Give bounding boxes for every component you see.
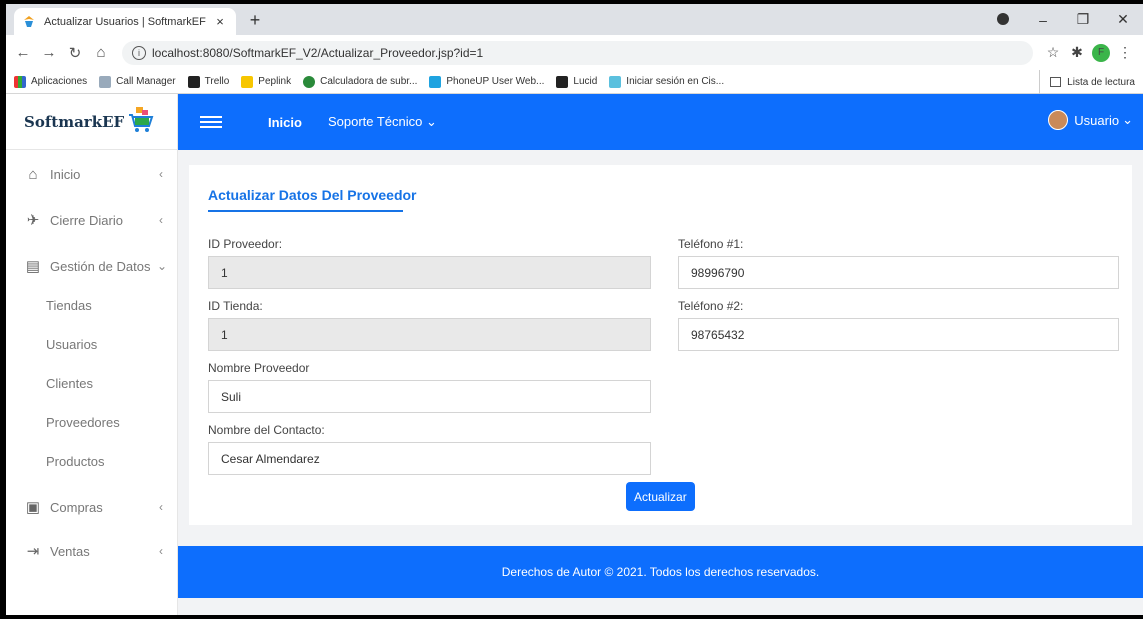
footer-copyright: Derechos de Autor © 2021. Todos los dere… <box>501 565 820 579</box>
chevron-left-icon: ‹ <box>159 213 163 227</box>
telefono2-field[interactable]: 98765432 <box>678 318 1119 351</box>
sidebar-subitem-proveedores[interactable]: Proveedores <box>6 403 177 442</box>
menu-icon[interactable]: ⋮ <box>1113 44 1137 61</box>
actualizar-button[interactable]: Actualizar <box>626 482 695 511</box>
browser-tab[interactable]: Actualizar Usuarios | SoftmarkEF × <box>14 8 236 35</box>
top-navbar: Inicio Soporte Técnico ⌄ Usuario ⌄ <box>178 94 1143 150</box>
title-underline <box>208 210 403 212</box>
sidebar-subitem-clientes[interactable]: Clientes <box>6 364 177 403</box>
profile-avatar[interactable]: F <box>1092 43 1110 62</box>
id-proveedor-field[interactable]: 1 <box>208 256 651 289</box>
chevron-down-icon: ⌄ <box>426 114 437 129</box>
exit-door-icon: ⇥ <box>26 543 40 560</box>
id-proveedor-label: ID Proveedor: <box>208 237 283 251</box>
app: SoftmarkEF ⌂ Inicio ‹ ✈ Cierre Diario ‹ … <box>6 94 1143 615</box>
sidebar-item-cierre-diario[interactable]: ✈ Cierre Diario ‹ <box>6 200 177 240</box>
cisco-icon <box>99 75 112 88</box>
bookmark-aplicaciones[interactable]: Aplicaciones <box>14 75 87 88</box>
footer: Derechos de Autor © 2021. Todos los dere… <box>178 546 1143 598</box>
close-window-button[interactable]: ✕ <box>1103 11 1143 28</box>
sidebar-item-gestion-datos[interactable]: ▤ Gestión de Datos ⌄ <box>6 246 177 286</box>
close-tab-icon[interactable]: × <box>212 14 228 29</box>
nombre-contacto-label: Nombre del Contacto: <box>208 423 325 437</box>
browser-toolbar: ← → ↻ ⌂ i localhost:8080/SoftmarkEF_V2/A… <box>6 35 1143 70</box>
telefono1-field[interactable]: 98996790 <box>678 256 1119 289</box>
forward-button[interactable]: → <box>36 44 62 61</box>
toolbar-actions: ☆ ✱ F ⋮ <box>1041 43 1137 62</box>
address-bar[interactable]: i localhost:8080/SoftmarkEF_V2/Actualiza… <box>122 40 1033 65</box>
nav-soporte-tecnico[interactable]: Soporte Técnico ⌄ <box>328 114 437 130</box>
lucid-icon <box>556 75 569 88</box>
bookmark-lucid[interactable]: Lucid <box>556 75 597 88</box>
sidebar-subitem-tiendas[interactable]: Tiendas <box>6 286 177 325</box>
clipboard-icon: ▣ <box>25 499 41 516</box>
user-avatar <box>1048 110 1069 130</box>
nombre-proveedor-field[interactable]: Suli <box>208 380 651 413</box>
telefono2-label: Teléfono #2: <box>678 299 744 313</box>
bookmark-peplink[interactable]: Peplink <box>241 75 291 88</box>
favicon-icon <box>22 15 36 29</box>
sidebar-nav: ⌂ Inicio ‹ ✈ Cierre Diario ‹ ▤ Gestión d… <box>6 150 177 571</box>
home-button[interactable]: ⌂ <box>88 44 114 61</box>
telefono1-label: Teléfono #1: <box>678 237 744 251</box>
nav-inicio[interactable]: Inicio <box>268 115 302 130</box>
trello-icon <box>187 75 200 88</box>
bookmark-call-manager[interactable]: Call Manager <box>99 75 176 88</box>
sidebar-item-ventas[interactable]: ⇥ Ventas ‹ <box>6 531 177 571</box>
reading-list-icon <box>1050 77 1062 87</box>
phoneup-icon <box>429 75 442 88</box>
sidebar-subitem-usuarios[interactable]: Usuarios <box>6 325 177 364</box>
bookmarks-bar: Aplicaciones Call Manager Trello Peplink… <box>6 70 1143 94</box>
bookmark-cisco[interactable]: Iniciar sesión en Cis... <box>609 75 724 88</box>
document-icon: ▤ <box>25 258 41 275</box>
form-card: Actualizar Datos Del Proveedor ID Provee… <box>189 165 1132 525</box>
bookmark-trello[interactable]: Trello <box>187 75 229 88</box>
back-button[interactable]: ← <box>10 44 36 61</box>
id-tienda-field[interactable]: 1 <box>208 318 651 351</box>
rocket-icon: ✈ <box>26 212 40 229</box>
window-controls: – ❐ ✕ <box>983 4 1143 35</box>
brand[interactable]: SoftmarkEF <box>6 94 177 150</box>
home-icon: ⌂ <box>28 165 38 183</box>
extensions-icon[interactable]: ✱ <box>1065 44 1089 61</box>
id-tienda-label: ID Tienda: <box>208 299 263 313</box>
minimize-button[interactable]: – <box>1023 12 1063 28</box>
reading-list-button[interactable]: Lista de lectura <box>1039 70 1135 94</box>
calculator-icon <box>303 75 316 88</box>
peplink-icon <box>241 75 254 88</box>
apps-grid-icon <box>14 75 26 88</box>
cisco-icon <box>609 75 622 88</box>
chevron-left-icon: ‹ <box>159 167 163 181</box>
media-icon[interactable] <box>983 12 1023 28</box>
user-menu[interactable]: Usuario ⌄ <box>1048 110 1133 130</box>
bookmark-phoneup[interactable]: PhoneUP User Web... <box>429 75 544 88</box>
bookmark-star-icon[interactable]: ☆ <box>1041 44 1065 61</box>
site-info-icon[interactable]: i <box>132 45 146 60</box>
sidebar-item-compras[interactable]: ▣ Compras ‹ <box>6 487 177 527</box>
hamburger-menu-icon[interactable] <box>200 116 222 128</box>
form-title: Actualizar Datos Del Proveedor <box>208 187 417 203</box>
chevron-down-icon: ⌄ <box>1122 112 1133 127</box>
restore-button[interactable]: ❐ <box>1063 11 1103 28</box>
sidebar-subitem-productos[interactable]: Productos <box>6 442 177 481</box>
tab-strip: Actualizar Usuarios | SoftmarkEF × + – ❐… <box>6 4 1143 35</box>
sidebar: SoftmarkEF ⌂ Inicio ‹ ✈ Cierre Diario ‹ … <box>6 94 178 615</box>
chevron-down-icon: ⌄ <box>156 259 167 273</box>
nombre-contacto-field[interactable]: Cesar Almendarez <box>208 442 651 475</box>
nombre-proveedor-label: Nombre Proveedor <box>208 361 310 375</box>
reload-button[interactable]: ↻ <box>62 44 88 62</box>
browser-window: Actualizar Usuarios | SoftmarkEF × + – ❐… <box>6 4 1143 615</box>
chevron-left-icon: ‹ <box>159 544 163 558</box>
new-tab-button[interactable]: + <box>244 10 266 30</box>
sidebar-item-inicio[interactable]: ⌂ Inicio ‹ <box>6 154 177 194</box>
cart-logo-icon <box>128 106 154 137</box>
chevron-left-icon: ‹ <box>159 500 163 514</box>
bookmark-calculadora[interactable]: Calculadora de subr... <box>303 75 417 88</box>
tab-title: Actualizar Usuarios | SoftmarkEF <box>44 15 206 28</box>
main-content: Actualizar Datos Del Proveedor ID Provee… <box>178 150 1143 615</box>
brand-name: SoftmarkEF <box>24 112 125 131</box>
url-text: localhost:8080/SoftmarkEF_V2/Actualizar_… <box>152 45 484 60</box>
